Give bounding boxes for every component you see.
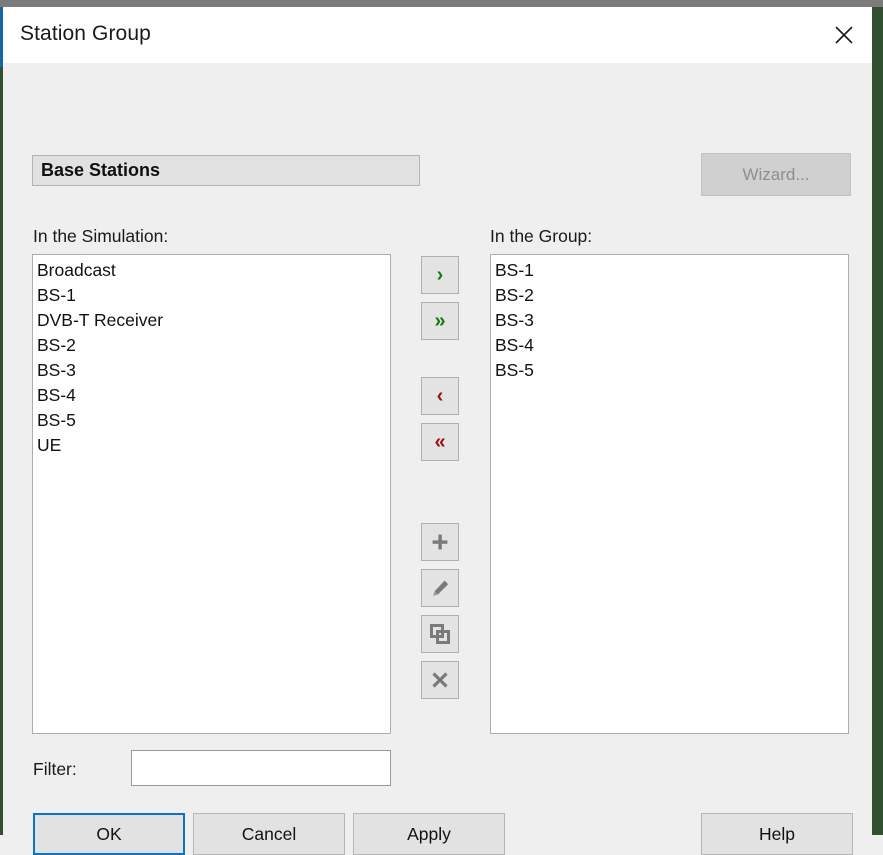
group-list-caption: In the Group: <box>490 226 593 246</box>
close-icon[interactable] <box>816 7 872 63</box>
station-group-dialog: Station Group Base Stations Wizard... In… <box>3 7 872 855</box>
double-chevron-left-icon: « <box>434 431 446 453</box>
edit-station-button[interactable] <box>421 569 459 607</box>
window-top-strip <box>0 0 883 7</box>
pencil-icon <box>432 580 448 596</box>
list-item[interactable]: BS-3 <box>491 308 848 333</box>
x-icon <box>432 672 448 688</box>
list-item[interactable]: BS-2 <box>491 283 848 308</box>
group-header-band: Base Stations <box>32 155 420 186</box>
chevron-right-icon: › <box>436 264 444 286</box>
dialog-titlebar: Station Group <box>3 7 872 63</box>
dialog-body: Base Stations Wizard... In the Simulatio… <box>3 63 872 855</box>
list-item[interactable]: BS-5 <box>491 358 848 383</box>
list-item[interactable]: BS-4 <box>491 333 848 358</box>
delete-station-button[interactable] <box>421 661 459 699</box>
list-item[interactable]: DVB-T Receiver <box>33 308 390 333</box>
wizard-button[interactable]: Wizard... <box>701 153 851 196</box>
list-item[interactable]: BS-2 <box>33 333 390 358</box>
copy-icon <box>430 624 450 644</box>
filter-label: Filter: <box>33 759 77 779</box>
list-item[interactable]: BS-3 <box>33 358 390 383</box>
add-station-button[interactable] <box>421 523 459 561</box>
move-all-right-button[interactable]: » <box>421 302 459 340</box>
filter-input[interactable] <box>131 750 391 786</box>
plus-icon <box>432 534 448 550</box>
list-item[interactable]: UE <box>33 433 390 458</box>
cancel-button[interactable]: Cancel <box>193 813 345 855</box>
ok-button[interactable]: OK <box>33 813 185 855</box>
double-chevron-right-icon: » <box>434 310 446 332</box>
apply-button[interactable]: Apply <box>353 813 505 855</box>
simulation-listbox[interactable]: Broadcast BS-1 DVB-T Receiver BS-2 BS-3 BS-4 B… <box>32 254 391 734</box>
move-all-left-button[interactable]: « <box>421 423 459 461</box>
list-item[interactable]: BS-5 <box>33 408 390 433</box>
chevron-left-icon: ‹ <box>436 385 444 407</box>
group-name-label: Base Stations <box>41 160 161 180</box>
help-button[interactable]: Help <box>701 813 853 855</box>
list-item[interactable]: BS-1 <box>491 258 848 283</box>
list-item[interactable]: BS-4 <box>33 383 390 408</box>
group-listbox[interactable]: BS-1 BS-2 BS-3 BS-4 BS-5 <box>490 254 849 734</box>
dialog-title: Station Group <box>20 22 151 45</box>
simulation-list-caption: In the Simulation: <box>33 226 169 246</box>
move-right-button[interactable]: › <box>421 256 459 294</box>
move-left-button[interactable]: ‹ <box>421 377 459 415</box>
list-item[interactable]: BS-1 <box>33 283 390 308</box>
list-item[interactable]: Broadcast <box>33 258 390 283</box>
duplicate-station-button[interactable] <box>421 615 459 653</box>
